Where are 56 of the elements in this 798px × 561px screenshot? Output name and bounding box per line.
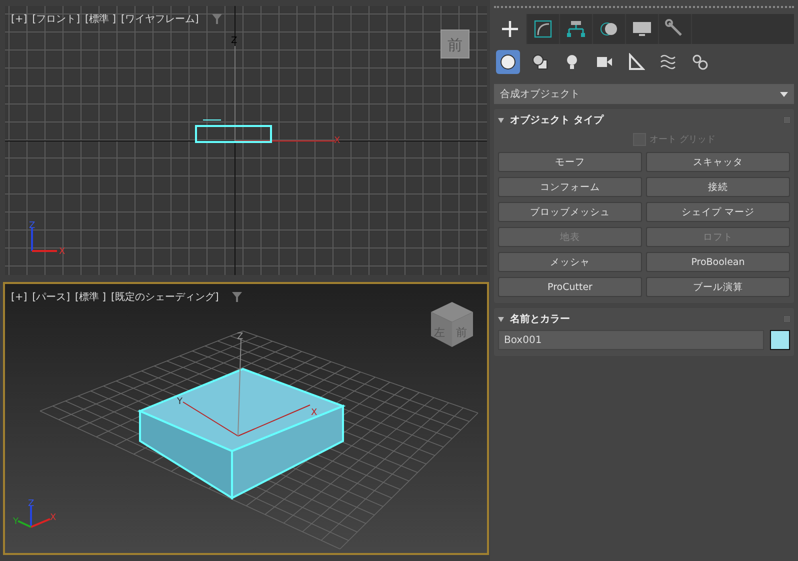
object-type-button[interactable]: モーフ bbox=[498, 152, 642, 172]
axis-label: Z bbox=[28, 499, 34, 509]
object-type-button[interactable]: ブロッブメッシュ bbox=[498, 202, 642, 222]
shapes-icon bbox=[531, 53, 549, 71]
viewcube-drawing[interactable] bbox=[431, 302, 473, 347]
gears-icon bbox=[691, 53, 709, 71]
rollout-header[interactable]: オブジェクト タイプ bbox=[498, 111, 790, 129]
axis-label: X bbox=[59, 247, 66, 257]
object-type-button[interactable]: 接続 bbox=[646, 177, 790, 197]
viewport-menu[interactable]: [+] bbox=[11, 292, 28, 302]
axis-tripod-icon bbox=[31, 228, 57, 252]
grip-icon[interactable] bbox=[784, 316, 790, 322]
rollout-title: オブジェクト タイプ bbox=[510, 113, 605, 127]
object-type-button[interactable]: ProCutter bbox=[498, 277, 642, 297]
object-type-button[interactable]: シェイプ マージ bbox=[646, 202, 790, 222]
viewport-menu[interactable]: [標準 ] bbox=[75, 290, 106, 304]
viewport-menu[interactable]: [既定のシェーディング] bbox=[110, 290, 219, 304]
viewport-menu[interactable]: [パース] bbox=[32, 290, 70, 304]
axis-tripod-icon bbox=[18, 506, 50, 528]
monitor-icon bbox=[631, 19, 653, 39]
axis-label: Z bbox=[231, 36, 238, 46]
category-dropdown[interactable]: 合成オブジェクト bbox=[494, 84, 794, 104]
object-type-button[interactable]: スキャッタ bbox=[646, 152, 790, 172]
rollout-header[interactable]: 名前とカラー bbox=[498, 310, 790, 328]
plus-icon bbox=[499, 19, 521, 39]
collapse-icon bbox=[498, 316, 504, 322]
viewport-menu[interactable]: [ワイヤフレーム] bbox=[120, 12, 199, 26]
object-type-button[interactable]: ブール演算 bbox=[646, 277, 790, 297]
name-field[interactable]: Box001 bbox=[498, 330, 764, 350]
collapse-icon bbox=[498, 118, 504, 122]
filter-icon[interactable] bbox=[212, 14, 222, 24]
caret-icon bbox=[780, 92, 788, 96]
viewport-menu[interactable]: [標準 ] bbox=[85, 12, 116, 26]
filter-icon[interactable] bbox=[232, 292, 242, 302]
hierarchy-icon bbox=[565, 19, 587, 39]
viewport-menu[interactable]: [+] bbox=[11, 14, 28, 24]
axis-label: X bbox=[311, 408, 318, 418]
waves-icon bbox=[659, 53, 677, 71]
object-type-button[interactable]: メッシャ bbox=[498, 252, 642, 272]
viewport-menu[interactable]: [フロント] bbox=[32, 12, 80, 26]
axis-label: Y bbox=[13, 517, 18, 527]
grip-icon[interactable] bbox=[784, 117, 790, 123]
axis-label: X bbox=[334, 136, 340, 146]
category-button[interactable] bbox=[496, 50, 520, 74]
axis-label: Z bbox=[237, 332, 244, 342]
object-type-button[interactable]: ProBoolean bbox=[646, 252, 790, 272]
curve-frame-icon bbox=[532, 19, 554, 39]
color-swatch[interactable] bbox=[770, 330, 790, 350]
object-type-button[interactable]: コンフォーム bbox=[498, 177, 642, 197]
rollout-title: 名前とカラー bbox=[510, 312, 571, 326]
axis-label: Z bbox=[29, 221, 36, 231]
axis-label: Y bbox=[177, 397, 182, 407]
sphere-icon bbox=[499, 53, 517, 71]
axis-label: X bbox=[50, 513, 56, 523]
viewcube[interactable] bbox=[440, 30, 470, 58]
transform-gizmo-icon bbox=[234, 46, 336, 142]
